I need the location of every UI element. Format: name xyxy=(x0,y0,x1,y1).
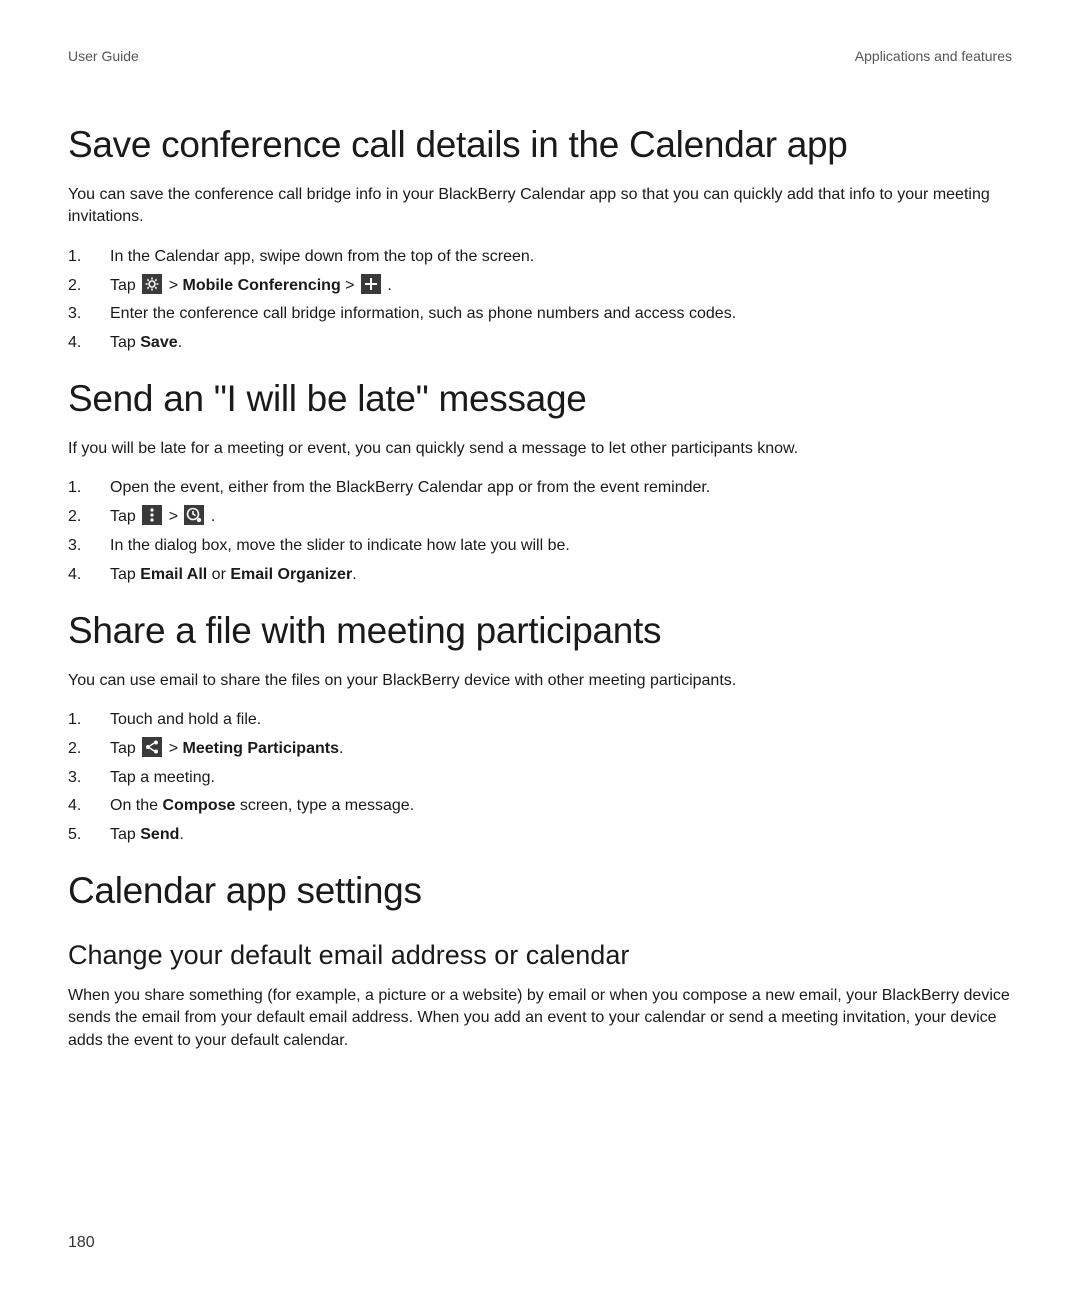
step-text: Tap xyxy=(110,740,140,757)
step-text: Tap xyxy=(110,334,140,351)
list-item: In the Calendar app, swipe down from the… xyxy=(68,245,1012,270)
step-bold: Save xyxy=(140,334,177,351)
section3-title: Share a file with meeting participants xyxy=(68,610,1012,652)
step-text: . xyxy=(383,277,392,294)
list-item: Tap Save. xyxy=(68,331,1012,356)
step-bold: Mobile Conferencing xyxy=(182,277,340,294)
step-separator: > xyxy=(164,277,182,294)
page-header: User Guide Applications and features xyxy=(68,48,1012,64)
step-text: Tap xyxy=(110,566,140,583)
step-text: Tap xyxy=(110,826,140,843)
section4-sub-title: Change your default email address or cal… xyxy=(68,940,1012,971)
step-bold: Send xyxy=(140,826,179,843)
section1-intro: You can save the conference call bridge … xyxy=(68,184,1012,229)
list-item: Tap > . xyxy=(68,505,1012,530)
step-text: Tap xyxy=(110,508,140,525)
list-item: Tap Send. xyxy=(68,823,1012,848)
list-item: Tap a meeting. xyxy=(68,766,1012,791)
step-text: . xyxy=(339,740,343,757)
list-item: Touch and hold a file. xyxy=(68,708,1012,733)
section3-steps: Touch and hold a file. Tap > Meeting Par… xyxy=(68,708,1012,848)
header-left: User Guide xyxy=(68,48,139,64)
step-text: . xyxy=(179,826,183,843)
step-separator: > xyxy=(341,277,359,294)
header-right: Applications and features xyxy=(855,48,1012,64)
step-text: . xyxy=(206,508,215,525)
list-item: Enter the conference call bridge informa… xyxy=(68,302,1012,327)
step-text: Tap xyxy=(110,277,140,294)
list-item: In the dialog box, move the slider to in… xyxy=(68,534,1012,559)
list-item: Open the event, either from the BlackBer… xyxy=(68,476,1012,501)
step-bold: Email All xyxy=(140,566,207,583)
step-bold: Email Organizer xyxy=(230,566,352,583)
step-text: Touch and hold a file. xyxy=(110,711,261,728)
settings-gear-icon xyxy=(142,274,162,294)
section4-sub-intro: When you share something (for example, a… xyxy=(68,985,1012,1052)
page-number: 180 xyxy=(68,1234,95,1252)
section2-intro: If you will be late for a meeting or eve… xyxy=(68,438,1012,460)
plus-icon xyxy=(361,274,381,294)
section1-title: Save conference call details in the Cale… xyxy=(68,124,1012,166)
more-vertical-icon xyxy=(142,505,162,525)
section4-title: Calendar app settings xyxy=(68,870,1012,912)
step-separator: > xyxy=(164,508,182,525)
step-bold: Meeting Participants xyxy=(182,740,338,757)
step-text: or xyxy=(207,566,230,583)
section2-title: Send an "I will be late" message xyxy=(68,378,1012,420)
step-text: Enter the conference call bridge informa… xyxy=(110,305,736,322)
section1-steps: In the Calendar app, swipe down from the… xyxy=(68,245,1012,356)
clock-late-icon xyxy=(184,505,204,525)
step-text: screen, type a message. xyxy=(235,797,414,814)
step-text: In the dialog box, move the slider to in… xyxy=(110,537,570,554)
share-icon xyxy=(142,737,162,757)
step-text: Open the event, either from the BlackBer… xyxy=(110,479,710,496)
list-item: Tap > Meeting Participants. xyxy=(68,737,1012,762)
step-text: On the xyxy=(110,797,162,814)
step-bold: Compose xyxy=(162,797,235,814)
list-item: Tap Email All or Email Organizer. xyxy=(68,563,1012,588)
list-item: Tap > Mobile Conferencing > . xyxy=(68,274,1012,299)
step-separator: > xyxy=(164,740,182,757)
step-text: . xyxy=(352,566,356,583)
section2-steps: Open the event, either from the BlackBer… xyxy=(68,476,1012,587)
step-text: In the Calendar app, swipe down from the… xyxy=(110,248,534,265)
step-text: Tap a meeting. xyxy=(110,769,215,786)
list-item: On the Compose screen, type a message. xyxy=(68,794,1012,819)
section3-intro: You can use email to share the files on … xyxy=(68,670,1012,692)
step-text: . xyxy=(178,334,182,351)
